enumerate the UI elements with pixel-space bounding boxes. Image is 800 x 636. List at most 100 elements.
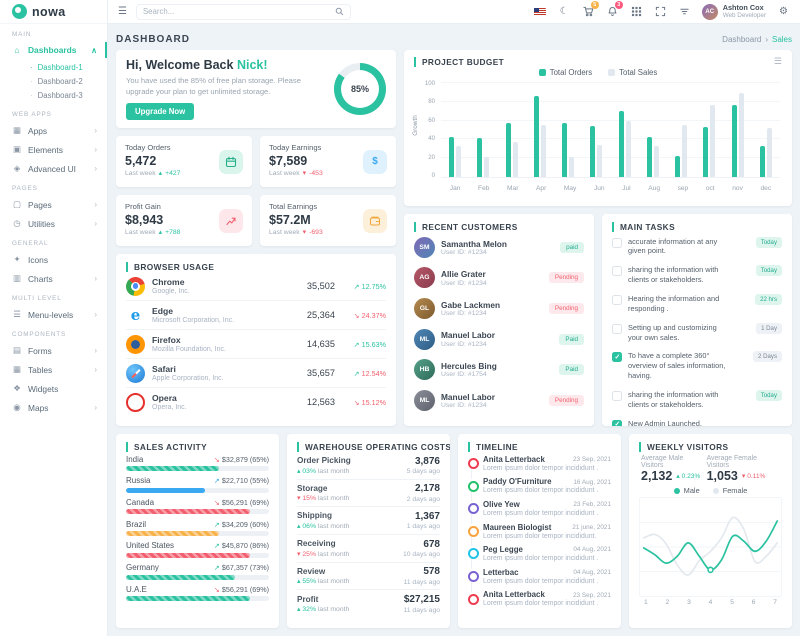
chevron-right-icon: › xyxy=(94,365,97,374)
stat-label: Profit Gain xyxy=(125,202,180,211)
task-row: To have a complete 360° overview of sale… xyxy=(612,347,782,385)
task-checkbox[interactable] xyxy=(612,324,622,334)
avatar: AC xyxy=(702,4,718,20)
sidebar-item-icons[interactable]: ✦ Icons xyxy=(0,250,107,269)
breadcrumb-current[interactable]: Sales xyxy=(772,35,792,44)
welcome-body: You have used the 85% of free plan stora… xyxy=(126,75,318,97)
topbar-icons: ☾ 5 3 AC xyxy=(534,4,790,20)
user-menu[interactable]: AC Ashton Cox Web Developer xyxy=(702,4,766,20)
task-row: New Admin Launched. xyxy=(612,414,782,426)
trend-up-icon: ↗ xyxy=(214,541,220,550)
sidebar-item-advanced-ui[interactable]: ◈ Advanced UI › xyxy=(0,159,107,178)
dark-mode-moon-icon[interactable]: ☾ xyxy=(558,5,571,18)
progress-bar xyxy=(126,553,250,558)
sidebar-item-forms[interactable]: ▤ Forms › xyxy=(0,341,107,360)
task-checkbox[interactable] xyxy=(612,238,622,248)
weekly-visitors-card: WEEKLY VISITORS Average Male Visitors 2,… xyxy=(629,434,792,628)
fullscreen-icon[interactable] xyxy=(654,5,667,18)
sidebar-item-label: Elements xyxy=(28,145,63,155)
stat-cards: Today Orders 5,472 Last week▴+427 Today … xyxy=(116,136,396,246)
upgrade-now-button[interactable]: Upgrade Now xyxy=(126,103,194,120)
sidebar-item-widgets[interactable]: ❖ Widgets xyxy=(0,379,107,398)
customer-row[interactable]: ML Manuel LaborUser ID: #1234 Paid xyxy=(414,324,584,355)
timeline-row: Paddy O'Furniture16 Aug, 2021Lorem ipsum… xyxy=(468,475,611,498)
settings-gear-icon[interactable]: ⚙ xyxy=(777,5,790,18)
apps-grid-icon[interactable] xyxy=(630,5,643,18)
sidebar-item-dashboard-1[interactable]: Dashboard-1 xyxy=(30,60,107,74)
arrow-up-icon: ▴ xyxy=(297,468,301,475)
nav-heading-pages: PAGES xyxy=(0,178,107,195)
user-name: Ashton Cox xyxy=(723,4,766,12)
sidebar-item-charts[interactable]: ▥ Charts › xyxy=(0,269,107,288)
language-flag-icon[interactable] xyxy=(534,5,547,18)
customer-row[interactable]: GL Gabe LackmenUser ID: #1234 Pending xyxy=(414,293,584,324)
search-input[interactable] xyxy=(143,7,335,16)
nav-heading-main: MAIN xyxy=(0,24,107,41)
tables-icon: ▦ xyxy=(12,364,22,375)
card-menu-icon[interactable]: ☰ xyxy=(774,56,782,67)
search-box[interactable] xyxy=(136,4,351,20)
sidebar-item-elements[interactable]: ▣ Elements › xyxy=(0,140,107,159)
sidebar: nowa MAIN ⌂ Dashboards ∧ Dashboard-1 Das… xyxy=(0,0,108,636)
task-row: accurate information at any given point.… xyxy=(612,232,782,261)
sidebar-item-dashboard-3[interactable]: Dashboard-3 xyxy=(30,88,107,102)
arrow-up-icon: ▴ xyxy=(159,228,163,236)
timeline-row: Olive Yew23 Feb, 2021Lorem ipsum dolor t… xyxy=(468,497,611,520)
arrow-up-icon: ▴ xyxy=(676,473,680,480)
customer-row[interactable]: ML Manuel LaborUser ID: #1234 Pending xyxy=(414,385,584,416)
logo[interactable]: nowa xyxy=(0,0,107,24)
sidebar-item-apps[interactable]: ▦ Apps › xyxy=(0,121,107,140)
icons-icon: ✦ xyxy=(12,254,22,265)
user-role: Web Developer xyxy=(723,12,766,19)
trend-down-icon: ↘ xyxy=(214,498,220,507)
wallet-icon xyxy=(363,209,387,233)
warehouse-row: Profit▴ 32% last month $27,21511 days ag… xyxy=(297,590,440,617)
stat-label: Total Earnings xyxy=(269,202,323,211)
status-badge: Pending xyxy=(549,272,584,283)
customer-row[interactable]: HB Hercules BingUser ID: #1754 Paid xyxy=(414,354,584,385)
sidebar-item-tables[interactable]: ▦ Tables › xyxy=(0,360,107,379)
notifications-bell-icon[interactable]: 3 xyxy=(606,5,619,18)
dashboards-submenu: Dashboard-1 Dashboard-2 Dashboard-3 xyxy=(0,59,107,104)
app-name: nowa xyxy=(32,5,66,19)
progress-bar xyxy=(126,488,205,493)
sidebar-item-menu-levels[interactable]: ☰ Menu-levels › xyxy=(0,305,107,324)
female-visitors-label: Average Female Visitors xyxy=(707,455,780,469)
browser-row-firefox: FirefoxMozilla Foundation, Inc. 14,635 ↗… xyxy=(126,330,386,359)
trend-up-icon: ↗ xyxy=(214,520,220,529)
storage-donut: 85% xyxy=(334,63,386,115)
task-checkbox[interactable] xyxy=(612,295,622,305)
breadcrumb-parent[interactable]: Dashboard xyxy=(722,35,761,44)
task-checkbox[interactable] xyxy=(612,352,622,362)
app-root: nowa MAIN ⌂ Dashboards ∧ Dashboard-1 Das… xyxy=(0,0,800,636)
task-checkbox[interactable] xyxy=(612,266,622,276)
task-checkbox[interactable] xyxy=(612,391,622,401)
sales-row-uae: U.A.E↘ $56,291 (69%) xyxy=(126,582,269,604)
edge-icon: e xyxy=(126,306,145,325)
status-badge: Pending xyxy=(549,303,584,314)
avatar: SM xyxy=(414,237,435,258)
sidebar-item-maps[interactable]: ◉ Maps › xyxy=(0,398,107,417)
utilities-icon: ◷ xyxy=(12,218,22,229)
cart-icon[interactable]: 5 xyxy=(582,5,595,18)
opera-icon xyxy=(126,393,145,412)
chevron-right-icon: › xyxy=(94,274,97,283)
sidebar-item-dashboards[interactable]: ⌂ Dashboards ∧ xyxy=(0,41,107,59)
customer-row[interactable]: AG Allie GraterUser ID: #1234 Pending xyxy=(414,263,584,294)
sidebar-item-label: Dashboards xyxy=(28,45,76,55)
task-checkbox[interactable] xyxy=(612,420,622,426)
sidebar-item-dashboard-2[interactable]: Dashboard-2 xyxy=(30,74,107,88)
hamburger-menu-icon[interactable]: ☰ xyxy=(118,6,127,17)
sales-row-germany: Germany↗ $67,357 (73%) xyxy=(126,560,269,582)
arrow-up-icon: ▴ xyxy=(159,169,163,177)
legend-swatch-orders xyxy=(539,69,546,76)
customer-row[interactable]: SM Samantha MelonUser ID: #1234 paid xyxy=(414,232,584,263)
sidebar-item-utilities[interactable]: ◷ Utilities › xyxy=(0,214,107,233)
sidebar-item-pages[interactable]: ▢ Pages › xyxy=(0,195,107,214)
stat-today-earnings: Today Earnings $7,589 Last week▾-453 $ xyxy=(260,136,396,187)
safari-icon xyxy=(126,364,145,383)
arrow-down-icon: ▾ xyxy=(297,495,301,502)
filter-icon[interactable] xyxy=(678,5,691,18)
sales-row-brazil: Brazil↗ $34,209 (60%) xyxy=(126,517,269,539)
sidebar-item-label: Charts xyxy=(28,274,53,284)
